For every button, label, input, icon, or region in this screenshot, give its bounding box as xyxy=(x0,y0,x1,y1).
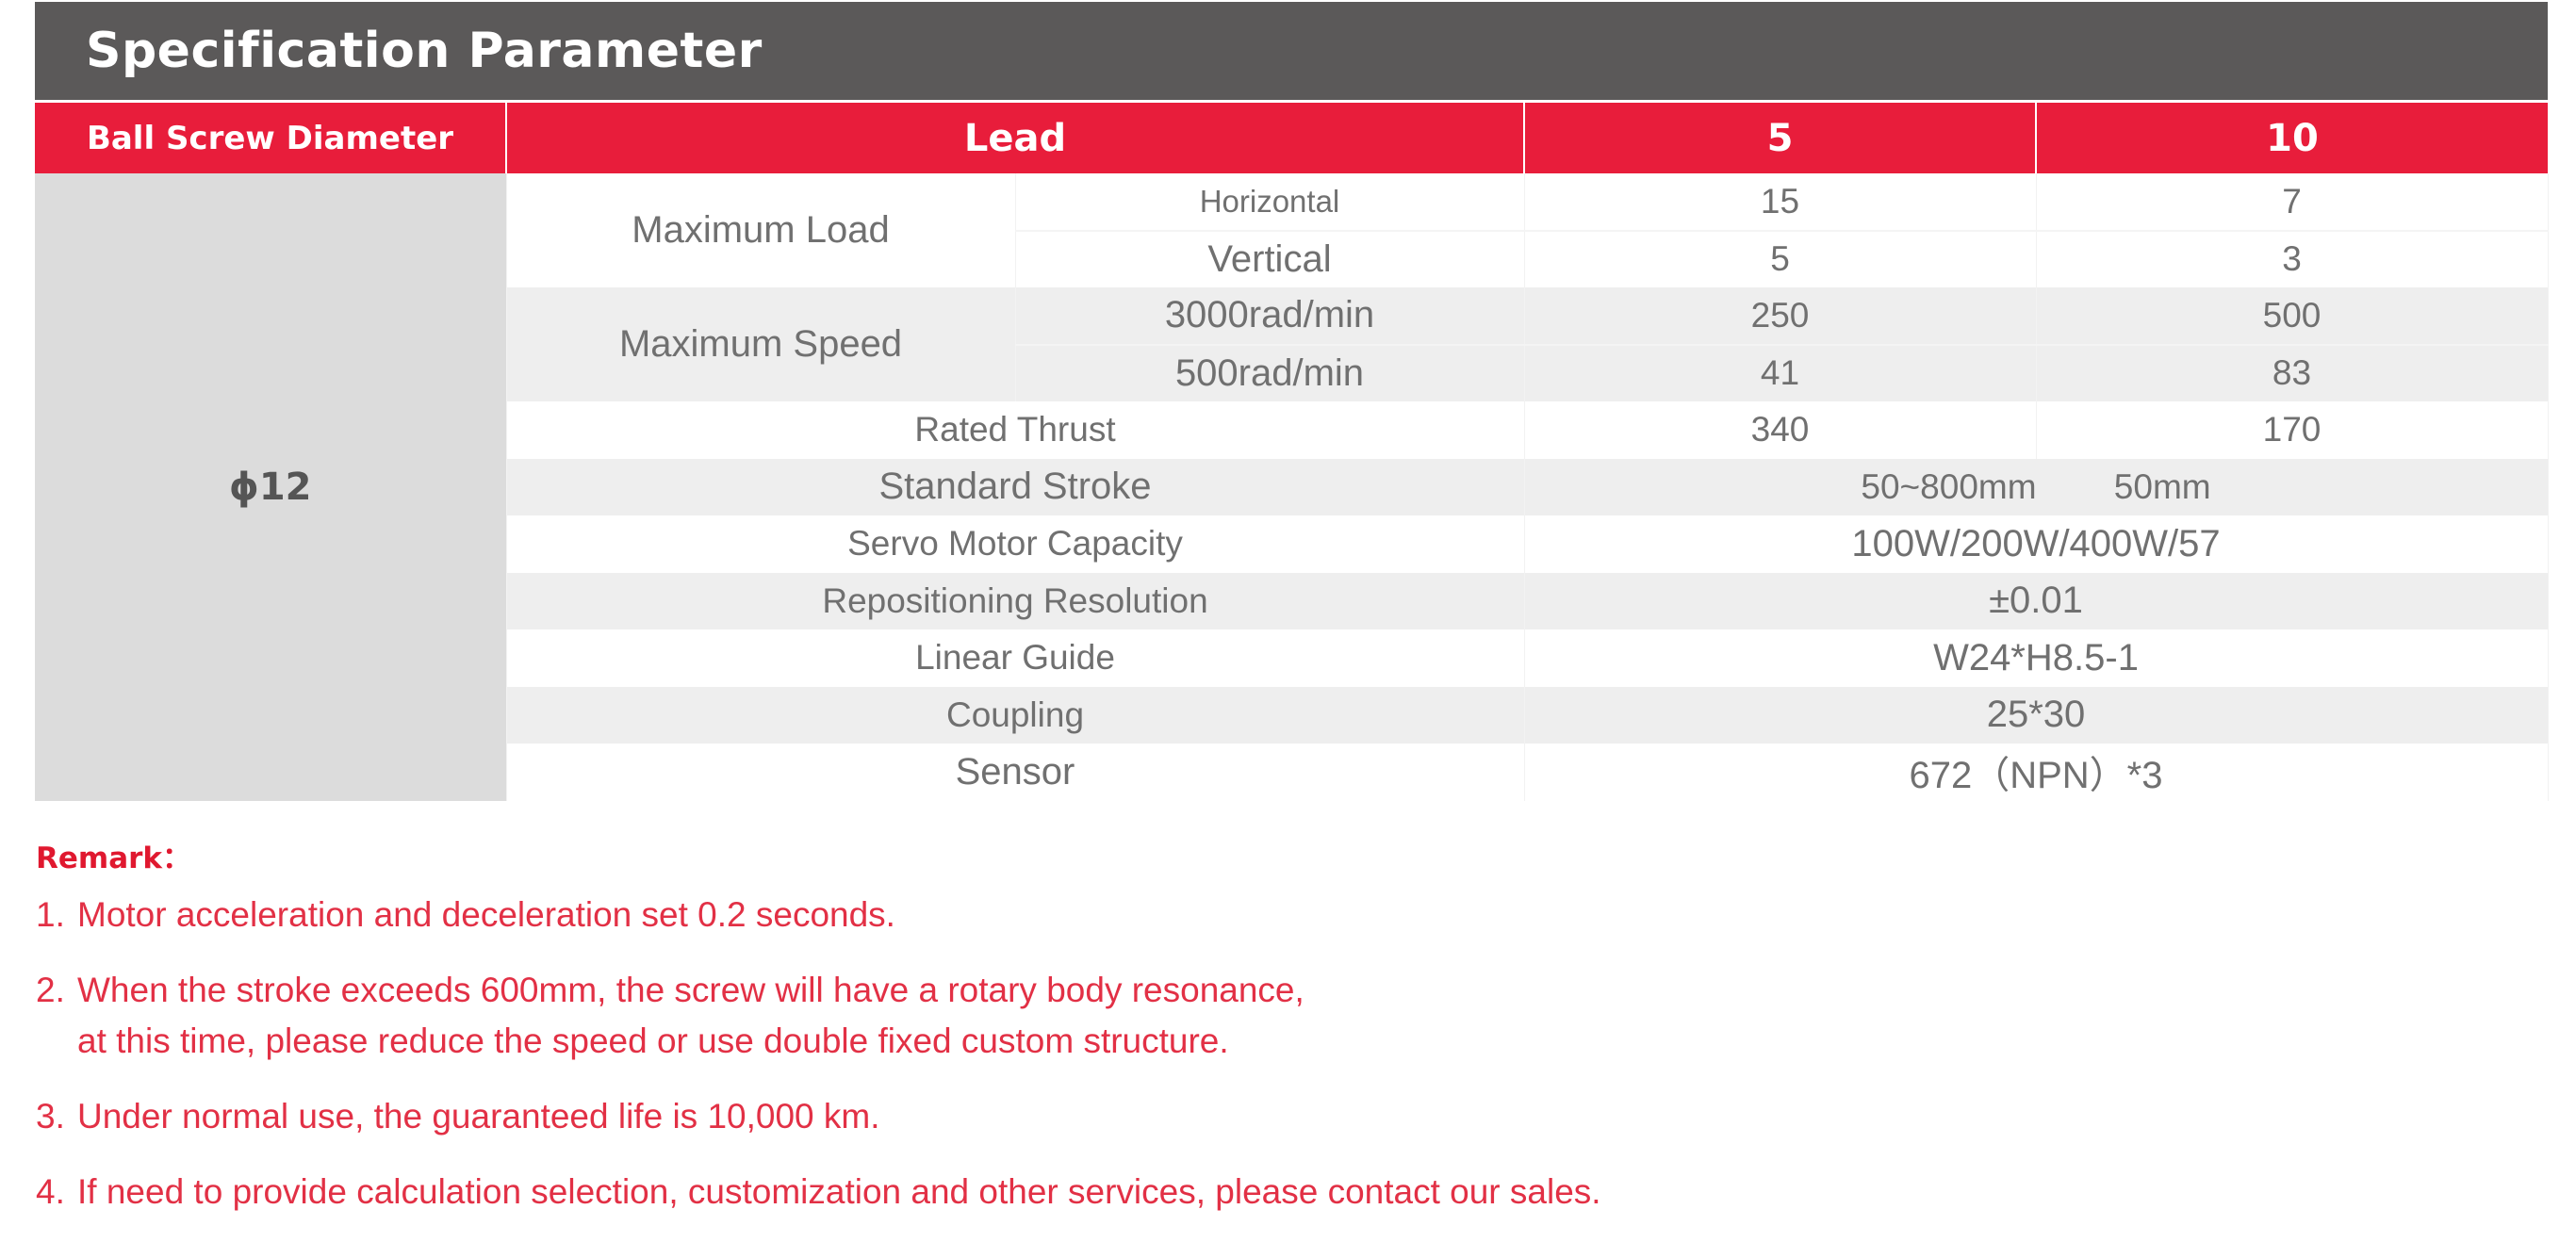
coupling-label: Coupling xyxy=(506,686,1525,744)
max-speed-3000-label: 3000rad/min xyxy=(1015,287,1525,345)
max-load-horizontal-label: Horizontal xyxy=(1015,173,1525,231)
header-lead-5: 5 xyxy=(1524,103,2037,173)
header-ball-screw-diameter: Ball Screw Diameter xyxy=(35,103,507,173)
max-load-vertical-5: 5 xyxy=(1524,229,2037,287)
max-speed-3000-10: 500 xyxy=(2036,287,2549,345)
max-speed-500-5: 41 xyxy=(1524,343,2037,401)
remark-number: 3. xyxy=(36,1097,65,1136)
remark-text: Motor acceleration and deceleration set … xyxy=(77,895,895,934)
remark-text: When the stroke exceeds 600mm, the screw… xyxy=(77,971,1304,1060)
diameter-value: ϕ12 xyxy=(35,173,507,801)
remark-title: Remark： xyxy=(36,842,192,875)
remark-item: 2. When the stroke exceeds 600mm, the sc… xyxy=(36,965,2486,1067)
rated-thrust-label: Rated Thrust xyxy=(506,401,1525,459)
header-lead: Lead xyxy=(506,103,1525,173)
servo-motor-label: Servo Motor Capacity xyxy=(506,515,1525,573)
max-load-horizontal-10: 7 xyxy=(2036,173,2549,231)
remarks-section: Remark： 1. Motor acceleration and decele… xyxy=(36,834,2486,1242)
remark-number: 2. xyxy=(36,971,65,1009)
remark-item: 4. If need to provide calculation select… xyxy=(36,1167,2486,1217)
header-row: Ball Screw Diameter Lead 5 10 xyxy=(35,103,2548,173)
remark-number: 4. xyxy=(36,1172,65,1211)
remark-text: If need to provide calculation selection… xyxy=(77,1172,1601,1211)
spec-table: Ball Screw Diameter Lead 5 10 ϕ12 Maximu… xyxy=(35,103,2549,801)
max-load-vertical-10: 3 xyxy=(2036,229,2549,287)
remark-text: Under normal use, the guaranteed life is… xyxy=(77,1097,880,1136)
repositioning-label: Repositioning Resolution xyxy=(506,572,1525,629)
standard-stroke-label: Standard Stroke xyxy=(506,458,1525,515)
sensor-label: Sensor xyxy=(506,744,1525,801)
header-lead-10: 10 xyxy=(2036,103,2548,173)
rated-thrust-10: 170 xyxy=(2036,401,2549,459)
table-row: ϕ12 Maximum Load Horizontal 15 7 xyxy=(35,173,2549,801)
linear-guide-label: Linear Guide xyxy=(506,629,1525,687)
remark-item: 3. Under normal use, the guaranteed life… xyxy=(36,1091,2486,1142)
coupling-value: 25*30 xyxy=(1524,686,2549,744)
max-load-vertical-label: Vertical xyxy=(1015,229,1525,287)
servo-motor-value: 100W/200W/400W/57 xyxy=(1524,515,2549,573)
rated-thrust-5: 340 xyxy=(1524,401,2037,459)
sensor-value: 672（NPN）*3 xyxy=(1524,744,2549,801)
repositioning-value: ±0.01 xyxy=(1524,572,2549,629)
max-speed-3000-5: 250 xyxy=(1524,287,2037,345)
max-speed-label: Maximum Speed xyxy=(506,287,1016,401)
page-title: Specification Parameter xyxy=(86,23,763,79)
standard-stroke-value: 50~800mm 50mm xyxy=(1524,458,2549,515)
max-speed-500-10: 83 xyxy=(2036,343,2549,401)
remark-item: 1. Motor acceleration and deceleration s… xyxy=(36,890,2486,940)
max-speed-500-label: 500rad/min xyxy=(1015,343,1525,401)
linear-guide-value: W24*H8.5-1 xyxy=(1524,629,2549,687)
max-load-label: Maximum Load xyxy=(506,173,1016,287)
title-bar: Specification Parameter xyxy=(35,2,2548,100)
remark-number: 1. xyxy=(36,895,65,934)
max-load-horizontal-5: 15 xyxy=(1524,173,2037,231)
spec-sheet: Specification Parameter Ball Screw Diame… xyxy=(35,2,2549,801)
